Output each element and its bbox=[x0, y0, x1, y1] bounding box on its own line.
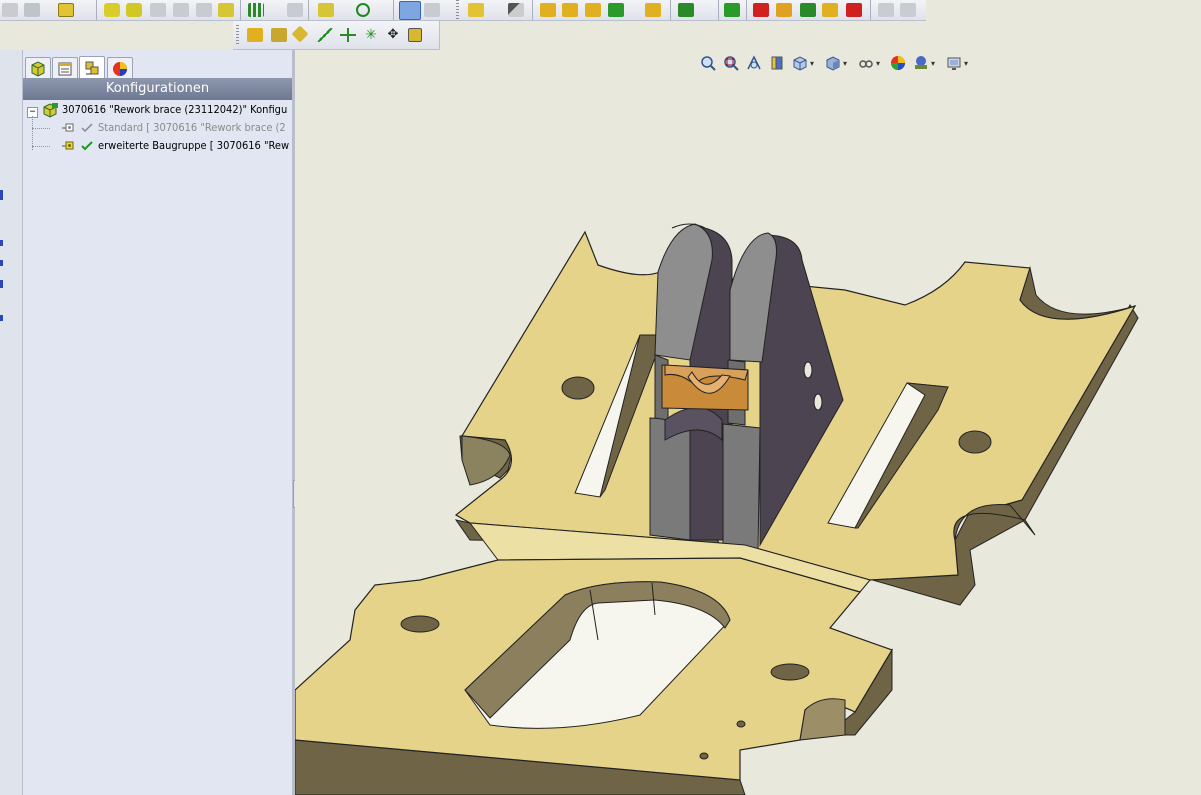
configuration-manager-panel: Konfigurationen − 3070616 "Rework brace … bbox=[23, 50, 292, 795]
chevron-down-icon[interactable]: ▾ bbox=[876, 59, 880, 68]
tree-connector bbox=[32, 116, 34, 150]
chevron-down-icon[interactable]: ▾ bbox=[810, 59, 814, 68]
feature-icon[interactable] bbox=[104, 3, 120, 17]
feature-3-icon[interactable] bbox=[150, 3, 166, 17]
hole-right bbox=[958, 430, 992, 454]
weld-bead-icon[interactable] bbox=[776, 3, 792, 17]
rebuild-icon[interactable] bbox=[58, 3, 74, 17]
tree-connector bbox=[32, 128, 50, 130]
display-manager-icon bbox=[113, 62, 127, 76]
disabled-tool-2-icon bbox=[900, 3, 916, 17]
chevron-down-icon[interactable]: ▾ bbox=[964, 59, 968, 68]
left-task-strip bbox=[0, 50, 23, 795]
hole-series-icon[interactable] bbox=[753, 3, 769, 17]
smart-fastener-icon[interactable] bbox=[585, 3, 601, 17]
assembly-feature-icon[interactable] bbox=[678, 3, 694, 17]
mate-icon[interactable] bbox=[508, 3, 524, 17]
lower-hole-left bbox=[400, 615, 440, 633]
config-icon bbox=[62, 123, 74, 132]
hide-show-items-icon[interactable] bbox=[858, 55, 874, 71]
zoom-to-area-icon[interactable] bbox=[723, 55, 739, 71]
view-toolbar: ▾ ▾ ▾ ▾ ▾ bbox=[700, 55, 980, 73]
large-assembly-icon[interactable] bbox=[724, 3, 740, 17]
disabled-tool-icon bbox=[878, 3, 894, 17]
feature-2-icon[interactable] bbox=[126, 3, 142, 17]
smart-dimension-icon[interactable] bbox=[247, 28, 263, 42]
bom-icon[interactable] bbox=[822, 3, 838, 17]
feature-5-icon[interactable] bbox=[196, 3, 212, 17]
sketch-toolbar: ✳ ✥ bbox=[233, 21, 440, 50]
lower-hole-small-1 bbox=[736, 720, 746, 728]
zoom-to-fit-icon[interactable] bbox=[700, 55, 716, 71]
configuration-manager-icon bbox=[85, 61, 99, 75]
belt-chain-icon[interactable] bbox=[800, 3, 816, 17]
panel-header-title: Konfigurationen bbox=[23, 78, 292, 100]
config-active-icon bbox=[62, 141, 74, 150]
previous-view-icon[interactable] bbox=[746, 55, 762, 71]
property-manager-tab[interactable] bbox=[52, 57, 78, 80]
feature-4-icon[interactable] bbox=[173, 3, 189, 17]
open-document-icon[interactable] bbox=[24, 3, 40, 17]
upright-hole-1 bbox=[803, 361, 813, 379]
select-2-icon[interactable] bbox=[424, 3, 440, 17]
view-settings-icon[interactable] bbox=[946, 55, 962, 71]
line-icon[interactable] bbox=[317, 28, 333, 42]
point-icon[interactable]: ✳ bbox=[363, 28, 379, 42]
checkmark-gray-icon bbox=[81, 123, 93, 133]
select-icon[interactable] bbox=[399, 1, 421, 20]
tree-item-standard[interactable]: Standard [ 3070616 "Rework brace (2 bbox=[98, 120, 292, 136]
rotate-component-icon[interactable] bbox=[562, 3, 578, 17]
chevron-down-icon[interactable]: ▾ bbox=[843, 59, 847, 68]
explode-icon[interactable] bbox=[608, 3, 624, 17]
feature-manager-tab[interactable] bbox=[25, 57, 51, 80]
tree-root-label: 3070616 "Rework brace (23112042)" Konfig… bbox=[62, 103, 288, 116]
display-manager-tab[interactable] bbox=[107, 57, 133, 80]
horizontal-dimension-icon[interactable] bbox=[271, 28, 287, 42]
move-component-icon[interactable] bbox=[540, 3, 556, 17]
view-orientation-icon[interactable] bbox=[792, 55, 808, 71]
model-3d-view[interactable] bbox=[295, 50, 1201, 795]
tree-item-label: Standard [ 3070616 "Rework brace (2 bbox=[98, 121, 286, 134]
vertical-dimension-icon[interactable] bbox=[291, 25, 309, 43]
apply-scene-icon[interactable] bbox=[913, 55, 929, 71]
curve-icon[interactable] bbox=[287, 3, 303, 17]
tree-connector bbox=[32, 146, 50, 148]
relation-icon[interactable] bbox=[408, 28, 422, 42]
graphics-viewport[interactable] bbox=[295, 50, 1201, 795]
feature-manager-icon bbox=[31, 61, 45, 77]
pattern-icon[interactable] bbox=[248, 3, 264, 17]
axis-icon[interactable] bbox=[340, 28, 356, 42]
edit-appearance-icon[interactable] bbox=[890, 55, 906, 71]
move-entity-icon[interactable]: ✥ bbox=[385, 28, 401, 42]
feature-6-icon[interactable] bbox=[218, 3, 234, 17]
display-style-icon[interactable] bbox=[825, 55, 841, 71]
upright-hole-2 bbox=[813, 393, 823, 411]
insert-component-icon[interactable] bbox=[468, 3, 484, 17]
new-document-icon[interactable] bbox=[2, 3, 18, 17]
notch-right-top bbox=[1019, 266, 1136, 320]
upright-right-side-bottom bbox=[722, 423, 761, 553]
tree-root[interactable]: 3070616 "Rework brace (23112042)" Konfig… bbox=[62, 102, 292, 118]
reference-geometry-icon[interactable] bbox=[318, 3, 334, 17]
section-view-icon[interactable] bbox=[769, 55, 785, 71]
interference-icon[interactable] bbox=[645, 3, 661, 17]
tree-item-erweiterte-baugruppe[interactable]: erweiterte Baugruppe [ 3070616 "Rew bbox=[98, 138, 292, 154]
lower-hole-small-2 bbox=[699, 752, 709, 760]
property-manager-icon bbox=[58, 62, 72, 76]
assembly-icon bbox=[43, 103, 58, 118]
add-component-icon[interactable] bbox=[846, 3, 862, 17]
checkmark-green-icon bbox=[81, 141, 93, 151]
lower-hole-right bbox=[770, 663, 810, 681]
tree-item-label: erweiterte Baugruppe [ 3070616 "Rew bbox=[98, 139, 290, 152]
hole-left bbox=[561, 376, 595, 400]
configuration-manager-tab[interactable] bbox=[79, 56, 105, 80]
spline-icon[interactable] bbox=[356, 3, 370, 17]
panel-tabs bbox=[23, 54, 292, 80]
chevron-down-icon[interactable]: ▾ bbox=[931, 59, 935, 68]
main-toolbar bbox=[0, 0, 926, 21]
